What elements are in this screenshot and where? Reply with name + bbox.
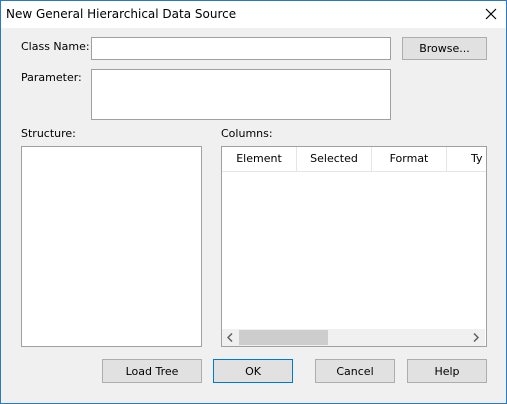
cancel-button[interactable]: Cancel (315, 359, 395, 383)
structure-label: Structure: (21, 127, 76, 140)
column-header-selected[interactable]: Selected (297, 147, 372, 171)
close-icon (485, 8, 497, 20)
parameter-input[interactable] (91, 69, 391, 120)
columns-grid[interactable]: Element Selected Format Ty (221, 146, 487, 347)
columns-horizontal-scrollbar[interactable] (222, 329, 485, 346)
help-button[interactable]: Help (407, 359, 487, 383)
parameter-label: Parameter: (21, 71, 82, 84)
title-bar: New General Hierarchical Data Source (1, 1, 506, 28)
columns-label: Columns: (221, 127, 273, 140)
scroll-right-button[interactable] (468, 329, 485, 346)
column-header-format[interactable]: Format (372, 147, 447, 171)
window-title: New General Hierarchical Data Source (6, 7, 237, 21)
structure-tree[interactable] (21, 146, 202, 347)
browse-button[interactable]: Browse... (402, 37, 487, 60)
column-header-element[interactable]: Element (222, 147, 297, 171)
dialog-window: New General Hierarchical Data Source Cla… (0, 0, 507, 404)
chevron-right-icon (473, 333, 479, 342)
column-header-type[interactable]: Ty (447, 147, 486, 171)
columns-grid-header: Element Selected Format Ty (222, 147, 486, 172)
chevron-left-icon (227, 333, 233, 342)
ok-button[interactable]: OK (213, 359, 293, 383)
load-tree-button[interactable]: Load Tree (102, 359, 202, 383)
class-name-label: Class Name: (21, 40, 90, 53)
class-name-input[interactable] (91, 37, 391, 60)
scroll-thumb[interactable] (239, 330, 328, 345)
scroll-left-button[interactable] (222, 329, 239, 346)
close-button[interactable] (476, 1, 506, 28)
